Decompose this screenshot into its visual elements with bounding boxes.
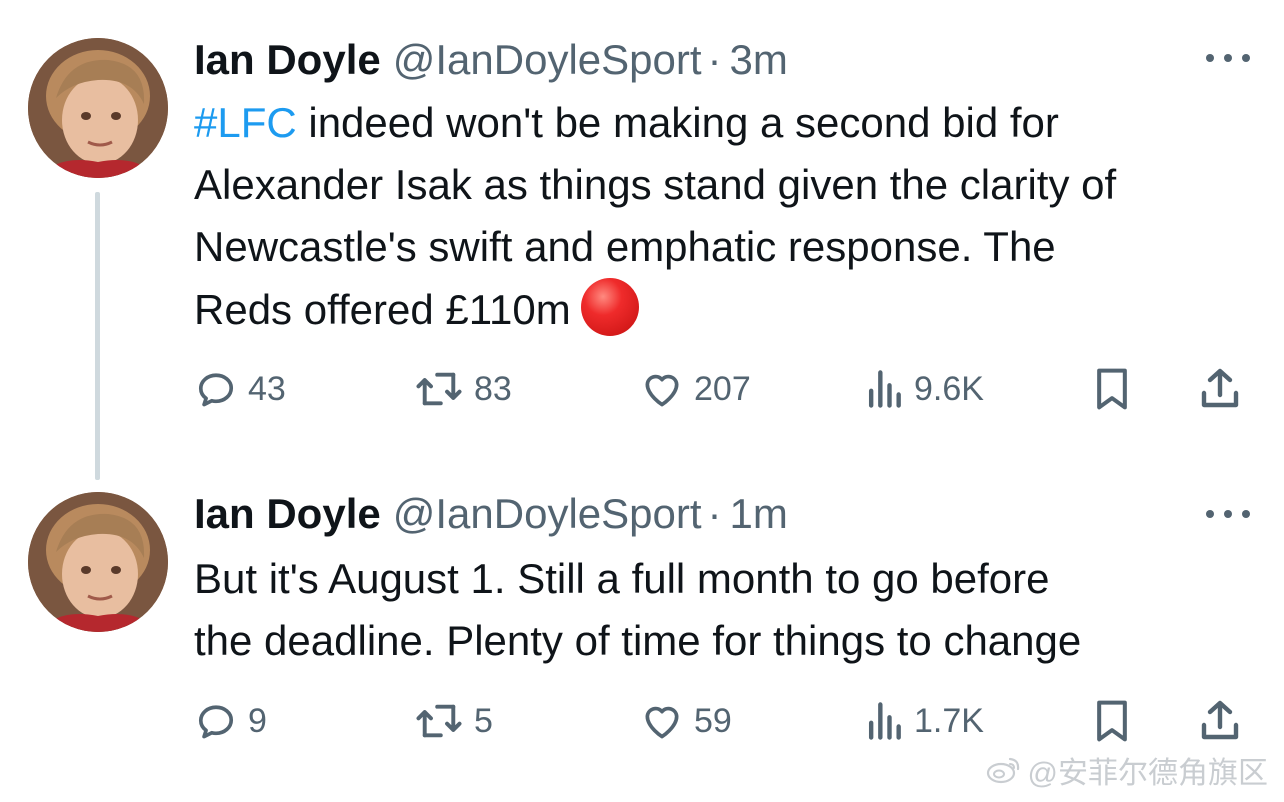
separator-dot: · <box>707 36 722 83</box>
tweet-header: Ian Doyle @IanDoyleSport · 1m <box>194 490 788 538</box>
views-count: 1.7K <box>914 701 984 740</box>
timestamp[interactable]: 1m <box>730 490 788 538</box>
thread-line <box>95 192 100 480</box>
retweet-icon <box>416 372 462 406</box>
more-dots-icon[interactable] <box>1206 48 1250 68</box>
tweet-1[interactable]: Ian Doyle @IanDoyleSport · 3m #LFC indee… <box>0 0 1284 480</box>
author-name[interactable]: Ian Doyle <box>194 490 381 538</box>
author-name[interactable]: Ian Doyle <box>194 36 381 84</box>
retweet-count: 83 <box>474 369 512 408</box>
retweet-count: 5 <box>474 701 493 740</box>
bookmark-icon <box>1097 368 1127 410</box>
reply-button[interactable]: 43 <box>194 364 286 414</box>
views-chart-icon <box>868 702 901 740</box>
share-icon <box>1201 368 1239 408</box>
tweet-line: the deadline. Plenty of time for things … <box>194 617 1082 664</box>
hashtag-link[interactable]: #LFC <box>194 99 297 146</box>
avatar-photo <box>28 38 168 178</box>
views-button[interactable]: 1.7K <box>864 696 984 746</box>
avatar[interactable] <box>28 38 168 178</box>
tweet-line: #LFC indeed won't be making a second bid… <box>194 99 1059 146</box>
red-circle-emoji <box>580 278 639 336</box>
tweet-line: Reds offered £110m <box>194 278 1264 341</box>
more-dots-icon[interactable] <box>1206 504 1250 524</box>
like-count: 59 <box>694 701 732 740</box>
views-button[interactable]: 9.6K <box>864 364 984 414</box>
tweet-header: Ian Doyle @IanDoyleSport · 3m <box>194 36 788 84</box>
bookmark-button[interactable] <box>1090 364 1134 414</box>
reply-count: 43 <box>248 369 286 408</box>
retweet-icon <box>416 704 462 738</box>
reply-button[interactable]: 9 <box>194 696 267 746</box>
action-bar: 9 5 59 1.7K <box>194 696 1254 746</box>
author-handle[interactable]: @IanDoyleSport <box>393 490 702 538</box>
tweet-text: #LFC indeed won't be making a second bid… <box>194 92 1264 341</box>
author-handle[interactable]: @IanDoyleSport <box>393 36 702 84</box>
share-button[interactable] <box>1196 364 1244 414</box>
reply-count: 9 <box>248 701 267 740</box>
avatar-photo <box>28 492 168 632</box>
tweet-line: But it's August 1. Still a full month to… <box>194 555 1050 602</box>
tweet-text: But it's August 1. Still a full month to… <box>194 548 1264 672</box>
reply-icon <box>198 705 234 739</box>
share-icon <box>1201 700 1239 740</box>
bookmark-button[interactable] <box>1090 696 1134 746</box>
separator-dot: · <box>707 490 722 537</box>
retweet-button[interactable]: 5 <box>414 696 493 746</box>
heart-icon <box>645 374 679 407</box>
views-chart-icon <box>868 370 901 408</box>
retweet-button[interactable]: 83 <box>414 364 512 414</box>
watermark: @安菲尔德角旗区 <box>986 748 1268 792</box>
tweet-line: Newcastle's swift and emphatic response.… <box>194 223 1056 270</box>
like-count: 207 <box>694 369 751 408</box>
avatar[interactable] <box>28 492 168 632</box>
timestamp[interactable]: 3m <box>730 36 788 84</box>
weibo-logo-icon <box>986 757 1019 784</box>
heart-icon <box>645 706 679 739</box>
bookmark-icon <box>1097 700 1127 742</box>
action-bar: 43 83 207 9.6K <box>194 364 1254 414</box>
like-button[interactable]: 59 <box>640 696 732 746</box>
share-button[interactable] <box>1196 696 1244 746</box>
reply-icon <box>198 373 234 407</box>
like-button[interactable]: 207 <box>640 364 751 414</box>
views-count: 9.6K <box>914 369 984 408</box>
watermark-text: @安菲尔德角旗区 <box>1027 757 1268 790</box>
tweet-line: Alexander Isak as things stand given the… <box>194 161 1117 208</box>
